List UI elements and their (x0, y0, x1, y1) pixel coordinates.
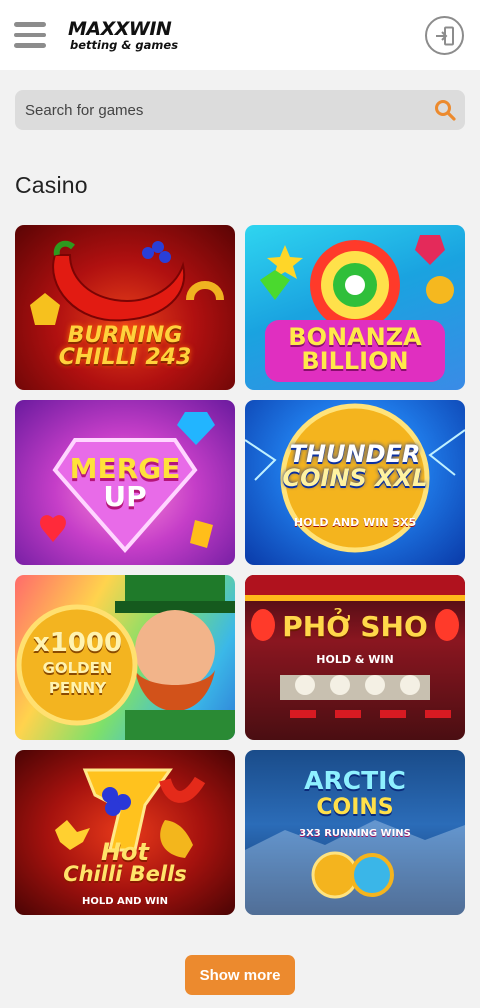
game-title-line2: BILLION (301, 347, 409, 375)
game-title-line2: UP (103, 480, 147, 513)
game-tile-burning-chilli[interactable]: BURNING CHILLI 243 (15, 225, 235, 390)
game-title: x1000 GOLDEN PENNY (15, 630, 140, 696)
hamburger-menu-icon[interactable] (14, 22, 46, 48)
bell-and-seven-icon (55, 768, 206, 858)
login-door-icon (436, 26, 454, 46)
search-icon[interactable] (434, 99, 456, 121)
logo-main-text: MAXXWIN (68, 18, 172, 40)
game-tile-thunder-coins-xxl[interactable]: THUNDER COINS XXL HOLD AND WIN 3X5 (245, 400, 465, 565)
game-subtitle: HOLD AND WIN (81, 896, 169, 907)
game-title-line2: GOLDEN PENNY (42, 659, 113, 697)
game-tile-arctic-coins[interactable]: ARCTIC COINS 3X3 RUNNING WINS (245, 750, 465, 915)
game-title: MERGE UP (15, 455, 235, 511)
game-title-line2: CHILLI 243 (58, 345, 192, 370)
game-title-line2: Chilli Bells (63, 862, 187, 886)
game-tile-hot-chilli-bells[interactable]: Hot Chilli Bells HOLD AND WIN (15, 750, 235, 915)
search-input[interactable] (15, 90, 415, 130)
game-title: PHỞ SHO (282, 610, 428, 643)
game-subtitle: 3X3 RUNNING WINS (299, 828, 411, 839)
game-title-line1: x1000 (32, 628, 123, 658)
top-header: MAXXWIN betting & games (0, 0, 480, 70)
game-title: BURNING CHILLI 243 (15, 325, 235, 369)
game-title-line2: COINS (316, 795, 394, 820)
show-more-button[interactable]: Show more (185, 955, 295, 995)
game-tile-golden-penny[interactable]: x1000 GOLDEN PENNY (15, 575, 235, 740)
game-tile-pho-sho[interactable]: PHỞ SHO HOLD & WIN (245, 575, 465, 740)
game-subtitle: HOLD & WIN (316, 653, 394, 666)
game-title: BONANZA BILLION (245, 325, 465, 373)
game-tile-merge-up[interactable]: MERGE UP (15, 400, 235, 565)
game-title: THUNDER COINS XXL (245, 442, 465, 490)
section-title-casino: Casino (15, 172, 88, 198)
game-title-line1: ARCTIC (304, 766, 406, 795)
game-search-bar (15, 90, 465, 130)
game-title: Hot Chilli Bells (15, 840, 235, 885)
logo-sub-text: betting & games (70, 38, 179, 52)
maxxwin-logo[interactable]: MAXXWIN betting & games (68, 19, 198, 55)
game-subtitle: HOLD AND WIN 3X5 (293, 516, 417, 529)
game-tile-bonanza-billion[interactable]: BONANZA BILLION (245, 225, 465, 390)
game-title: ARCTIC COINS (245, 768, 465, 819)
login-button[interactable] (425, 16, 464, 55)
game-title-line2: COINS XXL (282, 464, 428, 492)
